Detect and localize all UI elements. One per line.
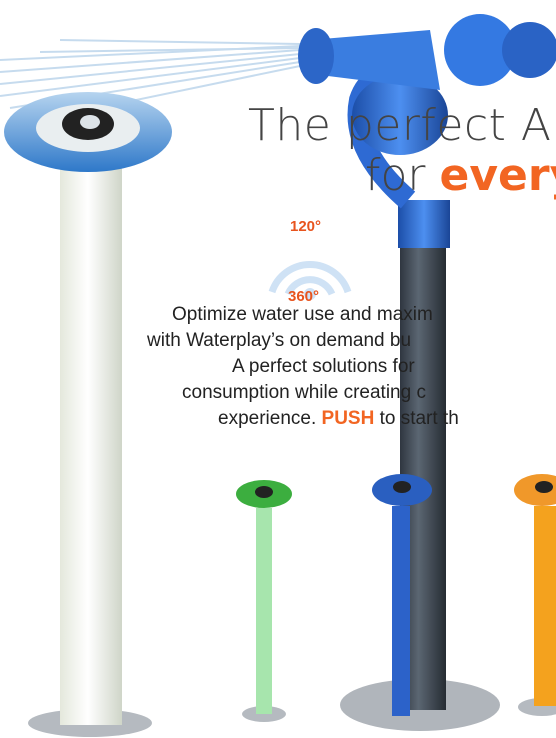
- headline-line-2: for every: [365, 150, 556, 201]
- description-line-2: with Waterplay’s on demand bu: [147, 330, 412, 351]
- description-line-4: consumption while creating c: [182, 382, 426, 403]
- orange-spray-post: [514, 474, 556, 716]
- description-line-3: A perfect solutions for: [232, 356, 415, 377]
- description-prefix: experience.: [218, 408, 322, 429]
- description-line-1: Optimize water use and maxim: [172, 304, 433, 325]
- blue-spray-post: [372, 474, 432, 716]
- headline-line-1: The perfect A: [248, 100, 552, 151]
- product-page: The perfect A for every 120° 360° Optimi…: [0, 0, 556, 738]
- headline-prefix: for: [365, 150, 440, 201]
- headline-emphasis: every: [439, 150, 556, 201]
- angle-label-120: 120°: [290, 218, 322, 235]
- push-keyword: PUSH: [321, 408, 375, 429]
- description-line-5: experience. PUSH to start th: [218, 408, 459, 430]
- description-suffix: to start th: [374, 408, 459, 429]
- white-spray-post: [4, 92, 172, 737]
- green-spray-post: [236, 480, 292, 722]
- angle-label-360: 360°: [288, 288, 320, 305]
